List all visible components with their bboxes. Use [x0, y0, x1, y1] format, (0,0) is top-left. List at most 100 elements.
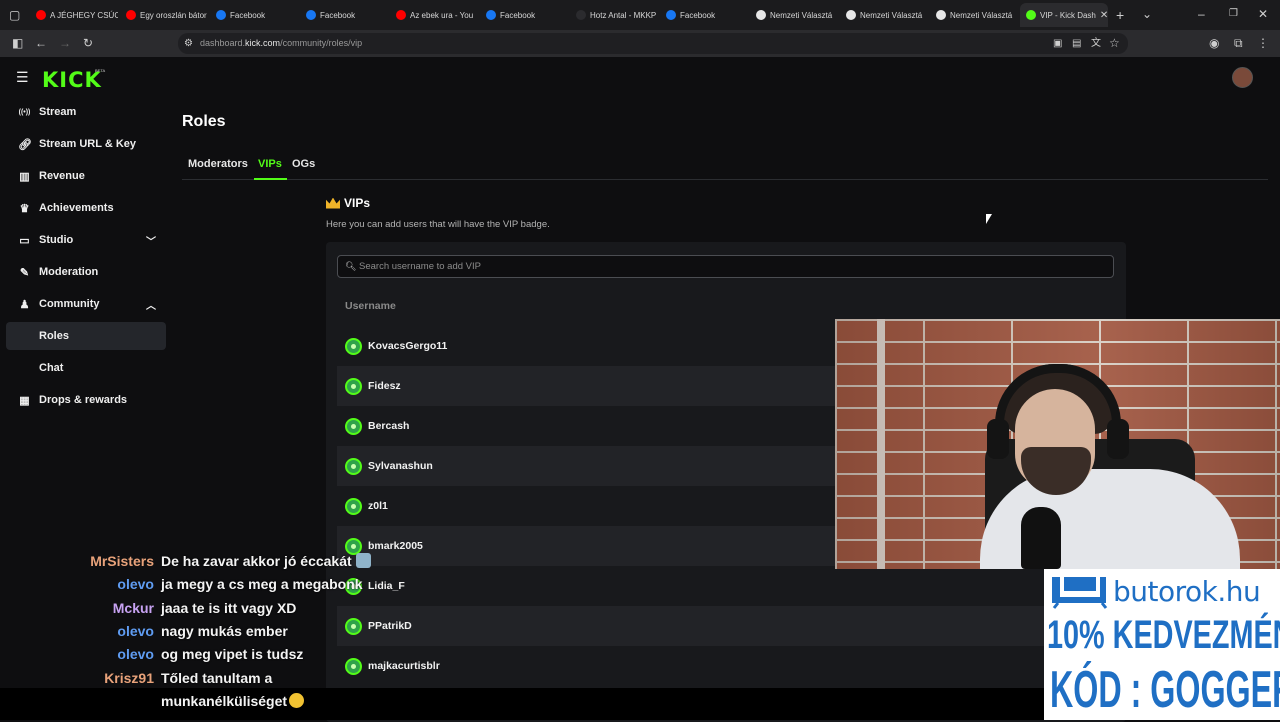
ad-brand: butorok.hu [1113, 575, 1261, 608]
chevron-down-icon[interactable]: ﹀ [146, 233, 156, 248]
sidebar-item-studio[interactable]: ▭ Studio ﹀ [6, 226, 166, 254]
sponsor-ad: butorok.hu 10% KEDVEZMÉNY KÓD : GOGGER [1044, 569, 1280, 720]
sidebar-item-moderation[interactable]: ✎ Moderation [6, 258, 166, 286]
url-field[interactable]: ⚙ dashboard.kick.com/community/roles/vip [178, 33, 1128, 54]
browser-tab[interactable]: VIP - Kick Dash ✕ [1020, 3, 1108, 27]
page-title: Roles [182, 113, 226, 130]
youtube-icon [396, 10, 406, 20]
picture-in-picture-icon[interactable]: ▣ [1053, 38, 1062, 50]
streamer-hoodie [980, 469, 1240, 569]
vip-user-row[interactable]: PPatrikD [337, 606, 1127, 646]
close-tab-icon[interactable]: ✕ [1100, 10, 1108, 21]
chat-text: jaaa te is itt vagy XD [161, 600, 296, 616]
chevron-up-icon[interactable]: ︿ [146, 297, 156, 312]
back-icon[interactable]: ← [35, 37, 47, 49]
close-window-icon[interactable]: ✕ [1258, 8, 1268, 20]
user-avatar-icon [345, 497, 362, 515]
url-prefix: dashboard. [200, 38, 246, 48]
browser-tab[interactable]: Facebook [210, 3, 298, 27]
browser-tab[interactable]: Nemzeti Választá [750, 3, 838, 27]
vip-user-row[interactable]: Lidia_F [337, 566, 1127, 606]
tab-moderators[interactable]: Moderators [188, 158, 248, 170]
vip-section-description: Here you can add users that will have th… [326, 219, 550, 230]
kick-icon [1026, 10, 1036, 20]
browser-tab[interactable]: Nemzeti Választá [840, 3, 928, 27]
chat-overlay: MrSisters De ha zavar akkor jó éccakát ole… [0, 549, 380, 720]
maximize-icon[interactable]: ❐ [1229, 8, 1238, 20]
vip-section-title: VIPs [344, 196, 371, 210]
link-icon: 🔗︎ [18, 138, 32, 151]
profile-icon[interactable]: ◉ [1209, 37, 1219, 49]
browser-tab[interactable]: Facebook [660, 3, 748, 27]
sidebar-toggle-icon[interactable]: ◧ [12, 37, 23, 49]
browser-tab[interactable]: Facebook [480, 3, 568, 27]
chat-username: MrSisters [90, 553, 154, 569]
chat-text: Tőled tanultam a [161, 670, 272, 686]
tab-ogs[interactable]: OGs [292, 158, 315, 170]
page-icon [846, 10, 856, 20]
sidebar-item-label: Stream URL & Key [39, 138, 136, 150]
browser-tab-title: Facebook [500, 10, 536, 20]
trophy-icon: ♛ [19, 202, 30, 215]
headset-right-cup [1107, 419, 1129, 459]
site-info-icon[interactable]: ⚙ [184, 38, 193, 50]
microphone [1021, 507, 1061, 569]
browser-tab-title: Egy oroszlán bátor [140, 10, 207, 20]
user-avatar-icon [345, 457, 362, 475]
sidebar-item-label: Achievements [39, 202, 114, 214]
sidebar-item-drops-rewards[interactable]: ▦ Drops & rewards [6, 386, 166, 414]
chat-text: nagy mukás ember [161, 623, 288, 639]
browser-address-bar: ◧ ← → ↻ ⚙ dashboard.kick.com/community/r… [0, 30, 1280, 57]
new-tab-icon[interactable]: + [1116, 8, 1124, 22]
url-path: /community/roles/vip [280, 38, 363, 48]
tab-actions-icon[interactable]: ▢ [9, 9, 20, 21]
sidebar-item-revenue[interactable]: ▥ Revenue [6, 162, 166, 190]
chat-text: De ha zavar akkor jó éccakát [161, 553, 371, 569]
hamburger-menu-icon[interactable]: ☰ [16, 70, 29, 84]
sidebar-item-label: Chat [39, 362, 64, 374]
bookmark-star-icon[interactable]: ☆ [1109, 37, 1120, 49]
sidebar-item-chat[interactable]: Chat [6, 354, 166, 382]
sidebar-item-community[interactable]: ♟ Community ︿ [6, 290, 166, 318]
user-avatar[interactable] [1232, 67, 1253, 88]
sidebar-item-stream[interactable]: ((•)) Stream [6, 98, 166, 126]
browser-tab[interactable]: A JÉGHEGY CSÚC [30, 3, 118, 27]
facebook-icon [216, 10, 226, 20]
kick-logo[interactable]: KICK [42, 68, 102, 92]
minimize-icon[interactable]: – [1198, 8, 1205, 20]
chat-text: og meg vipet is tudsz [161, 646, 303, 662]
sidebar-item-label: Stream [39, 106, 77, 118]
vip-username: Sylvanashun [368, 460, 433, 472]
forward-icon[interactable]: → [59, 37, 71, 49]
chat-username: olevo [117, 646, 154, 663]
sidebar-item-label: Moderation [39, 266, 99, 278]
user-avatar-icon [345, 417, 362, 435]
extensions-icon[interactable]: ⧉ [1234, 37, 1243, 49]
tab-vips[interactable]: VIPs [258, 158, 282, 170]
browser-tab-bar: ▢ A JÉGHEGY CSÚC Egy oroszlán bátor Facebo… [0, 0, 1280, 30]
translate-icon[interactable]: 文 [1091, 38, 1101, 50]
chat-text: munkanélküliséget [161, 692, 305, 709]
browser-tab[interactable]: Nemzeti Választá [930, 3, 1018, 27]
sidebar-item-roles[interactable]: Roles [6, 322, 166, 350]
chat-message: olevo nagy mukás ember [0, 623, 380, 646]
sidebar-item-stream-url-key[interactable]: 🔗︎ Stream URL & Key [6, 130, 166, 158]
browser-tab[interactable]: Egy oroszlán bátor [120, 3, 208, 27]
reload-icon[interactable]: ↻ [83, 37, 93, 49]
vip-username: Bercash [368, 420, 410, 432]
facebook-icon [666, 10, 676, 20]
vip-search-input[interactable]: 🔍︎ Search username to add VIP [337, 255, 1114, 278]
browser-tab[interactable]: Az ebek ura - You [390, 3, 478, 27]
browser-tab[interactable]: Facebook [300, 3, 388, 27]
vip-username: Fidesz [368, 380, 401, 392]
menu-dots-icon[interactable]: ⋮ [1257, 37, 1269, 49]
browser-tab[interactable]: Hotz Antal - MKKP [570, 3, 658, 27]
tab-list-chevron-icon[interactable]: ⌄ [1142, 8, 1152, 20]
vip-user-row[interactable]: majkacurtisblr [337, 646, 1127, 686]
sidebar-item-achievements[interactable]: ♛ Achievements [6, 194, 166, 222]
chat-text-content: Tőled tanultam a [161, 669, 273, 686]
vip-username: z0l1 [368, 500, 388, 512]
mouse-cursor [986, 214, 992, 224]
screenshot-icon[interactable]: ▤ [1072, 38, 1081, 50]
sidebar-item-label: Roles [39, 330, 69, 342]
